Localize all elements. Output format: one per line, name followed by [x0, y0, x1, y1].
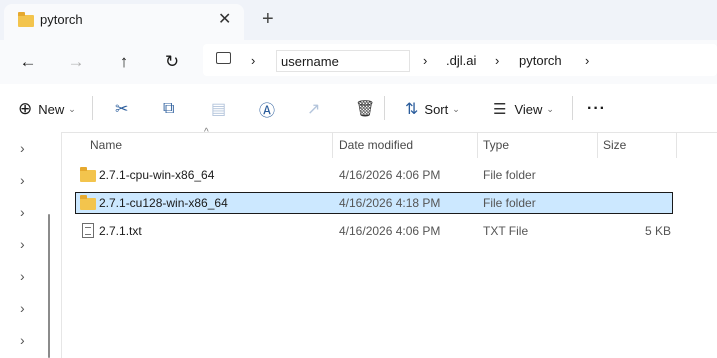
file-date: 4/16/2026 4:18 PM	[339, 196, 441, 210]
rename-icon[interactable]: Ⓐ	[259, 99, 275, 120]
view-button[interactable]: ☰ View ⌄	[493, 99, 554, 119]
expand-chevron-icon[interactable]: ›	[20, 140, 25, 156]
cut-icon[interactable]: ✂	[115, 99, 128, 119]
column-header-size[interactable]: Size	[603, 138, 626, 152]
breadcrumb-pytorch[interactable]: pytorch	[519, 53, 562, 68]
divider	[572, 96, 573, 120]
close-tab-button[interactable]: ✕	[218, 9, 231, 29]
chevron-down-icon: ⌄	[452, 103, 460, 114]
folder-icon	[80, 195, 96, 210]
sort-ascending-icon: ^	[204, 127, 209, 138]
breadcrumb-chevron[interactable]: ›	[495, 53, 499, 68]
paste-icon[interactable]: ▤	[211, 99, 226, 119]
tab-title: pytorch	[40, 12, 83, 27]
delete-icon[interactable]: 🗑	[355, 99, 375, 119]
sort-icon: ⇅	[405, 101, 419, 118]
column-divider[interactable]	[676, 132, 677, 158]
column-header-date[interactable]: Date modified	[339, 138, 413, 152]
new-tab-button[interactable]: +	[262, 8, 274, 31]
file-name: 2.7.1-cpu-win-x86_64	[99, 168, 215, 182]
file-type: File folder	[483, 196, 536, 210]
navigation-scrollbar[interactable]	[48, 214, 50, 358]
this-pc-icon	[216, 52, 231, 64]
file-name: 2.7.1-cu128-win-x86_64	[99, 196, 228, 210]
up-button[interactable]: ↑	[112, 50, 136, 74]
expand-chevron-icon[interactable]: ›	[20, 236, 25, 252]
text-file-icon	[82, 223, 94, 238]
file-name: 2.7.1.txt	[99, 224, 142, 238]
sort-label: Sort	[424, 101, 449, 117]
breadcrumb-chevron[interactable]: ›	[251, 53, 255, 68]
more-options-button[interactable]: ···	[587, 99, 606, 119]
share-icon[interactable]: ↗	[307, 99, 320, 119]
back-button[interactable]: ←	[16, 50, 40, 74]
file-type: TXT File	[483, 224, 529, 238]
copy-icon[interactable]: ⧉	[163, 99, 174, 119]
new-label: New	[38, 101, 65, 117]
column-header-name[interactable]: Name	[90, 138, 122, 152]
refresh-button[interactable]: ↻	[160, 50, 184, 74]
plus-icon: ⊕	[18, 99, 33, 118]
expand-chevron-icon[interactable]: ›	[20, 300, 25, 316]
file-date: 4/16/2026 4:06 PM	[339, 224, 441, 238]
view-label: View	[514, 101, 543, 117]
column-divider[interactable]	[597, 132, 598, 158]
breadcrumb-djl[interactable]: .djl.ai	[446, 53, 476, 68]
breadcrumb-chevron[interactable]: ›	[423, 53, 427, 68]
new-button[interactable]: ⊕ New ⌄	[18, 99, 76, 119]
view-icon: ☰	[493, 101, 507, 118]
column-divider[interactable]	[332, 132, 333, 158]
column-divider[interactable]	[477, 132, 478, 158]
file-type: File folder	[483, 168, 536, 182]
folder-icon	[18, 12, 34, 27]
breadcrumb-username[interactable]: username	[276, 50, 410, 72]
divider	[384, 96, 385, 120]
expand-chevron-icon[interactable]: ›	[20, 268, 25, 284]
folder-icon	[80, 167, 96, 182]
file-row-selected[interactable]: 2.7.1-cu128-win-x86_64 4/16/2026 4:18 PM…	[75, 192, 673, 214]
file-size: 5 KB	[645, 224, 672, 238]
chevron-down-icon: ⌄	[546, 103, 554, 114]
divider	[92, 96, 93, 120]
breadcrumb-chevron[interactable]: ›	[585, 53, 589, 68]
column-header-type[interactable]: Type	[483, 138, 509, 152]
navigation-pane	[0, 132, 62, 358]
expand-chevron-icon[interactable]: ›	[20, 204, 25, 220]
expand-chevron-icon[interactable]: ›	[20, 172, 25, 188]
file-row[interactable]: 2.7.1-cpu-win-x86_64 4/16/2026 4:06 PM F…	[75, 164, 673, 186]
forward-button[interactable]: →	[64, 50, 88, 74]
expand-chevron-icon[interactable]: ›	[20, 332, 25, 348]
file-row[interactable]: 2.7.1.txt 4/16/2026 4:06 PM TXT File 5 K…	[75, 220, 673, 242]
sort-button[interactable]: ⇅ Sort ⌄	[405, 99, 460, 119]
file-date: 4/16/2026 4:06 PM	[339, 168, 441, 182]
chevron-down-icon: ⌄	[68, 103, 76, 114]
